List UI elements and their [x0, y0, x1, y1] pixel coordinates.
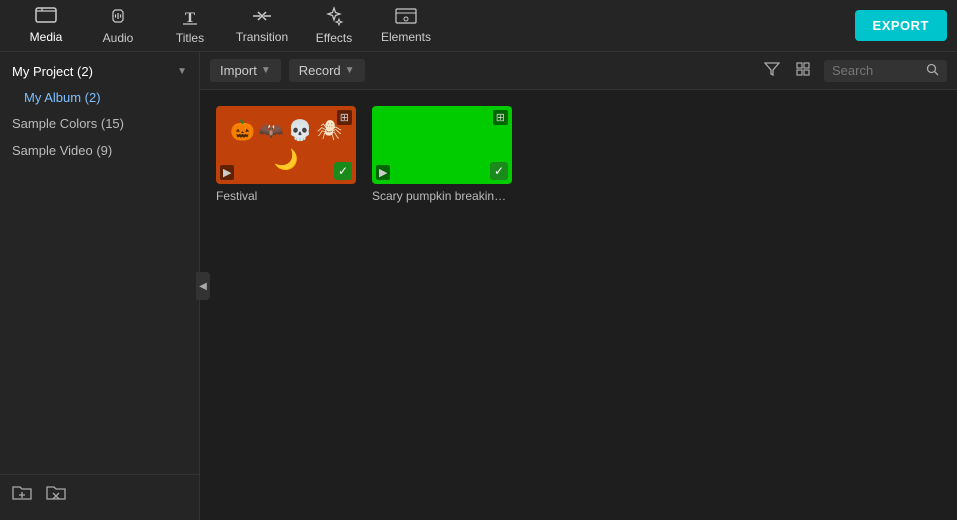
import-button[interactable]: Import ▼ — [210, 59, 281, 82]
media-thumb-scary: ⊞ ▶ ✓ — [372, 106, 512, 184]
sidebar-bottom — [0, 474, 199, 514]
media-thumb-festival: 🎃 🦇 💀 🕷 🌙 ⊞ ▶ ✓ — [216, 106, 356, 184]
thumb-corner-badge-scary: ⊞ — [493, 110, 508, 125]
effects-icon — [324, 6, 344, 29]
search-input[interactable] — [832, 63, 922, 78]
toolbar-audio-label: Audio — [103, 31, 134, 45]
sidebar-album[interactable]: My Album (2) — [0, 85, 199, 110]
record-chevron-icon: ▼ — [345, 65, 355, 76]
sidebar-project-label: My Project (2) — [12, 64, 93, 79]
export-button[interactable]: EXPORT — [855, 10, 947, 41]
elements-icon — [395, 7, 417, 28]
sidebar-sample-video[interactable]: Sample Video (9) — [0, 137, 199, 164]
toolbar-audio[interactable]: Audio — [82, 0, 154, 52]
media-icon — [35, 7, 57, 28]
top-toolbar: Media Audio T Titles Transition — [0, 0, 957, 52]
chevron-down-icon: ▼ — [177, 66, 187, 77]
toolbar-transition-label: Transition — [236, 30, 288, 44]
transition-icon — [251, 7, 273, 28]
sidebar-project[interactable]: My Project (2) ▼ — [0, 58, 199, 85]
doodle-2: 🦇 — [259, 118, 284, 143]
toolbar-titles-label: Titles — [176, 31, 204, 45]
toolbar-elements[interactable]: Elements — [370, 0, 442, 52]
toolbar-effects-label: Effects — [316, 31, 352, 45]
thumb-corner-badge-festival: ⊞ — [337, 110, 352, 125]
toolbar-media-label: Media — [30, 30, 63, 44]
content-toolbar: Import ▼ Record ▼ — [200, 52, 957, 90]
sidebar-sample-colors[interactable]: Sample Colors (15) — [0, 110, 199, 137]
thumb-check-scary: ✓ — [490, 162, 508, 180]
media-card-scary[interactable]: ⊞ ▶ ✓ Scary pumpkin breaking s... — [372, 106, 512, 203]
toolbar-media[interactable]: Media — [10, 0, 82, 52]
sidebar-sample-colors-label: Sample Colors (15) — [12, 116, 124, 131]
grid-view-icon[interactable] — [792, 58, 816, 84]
search-icon[interactable] — [926, 63, 939, 79]
toolbar-effects[interactable]: Effects — [298, 0, 370, 52]
doodle-3: 💀 — [288, 118, 313, 143]
main-layout: My Project (2) ▼ My Album (2) Sample Col… — [0, 52, 957, 520]
titles-icon: T — [180, 6, 200, 29]
import-label: Import — [220, 63, 257, 78]
toolbar-titles[interactable]: T Titles — [154, 0, 226, 52]
thumb-bottom-left-badge-scary: ▶ — [376, 165, 390, 180]
media-label-scary: Scary pumpkin breaking s... — [372, 189, 512, 203]
delete-folder-icon[interactable] — [46, 483, 66, 506]
media-card-festival[interactable]: 🎃 🦇 💀 🕷 🌙 ⊞ ▶ ✓ Festival — [216, 106, 356, 203]
toolbar-elements-label: Elements — [381, 30, 431, 44]
sidebar-collapse-arrow[interactable]: ◀ — [196, 272, 210, 300]
content-area: Import ▼ Record ▼ — [200, 52, 957, 520]
record-button[interactable]: Record ▼ — [289, 59, 365, 82]
sidebar-sample-video-label: Sample Video (9) — [12, 143, 112, 158]
record-label: Record — [299, 63, 341, 78]
import-chevron-icon: ▼ — [261, 65, 271, 76]
search-box — [824, 60, 947, 82]
thumb-check-festival: ✓ — [334, 162, 352, 180]
thumb-bottom-left-badge-festival: ▶ — [220, 165, 234, 180]
audio-icon — [108, 6, 128, 29]
sidebar: My Project (2) ▼ My Album (2) Sample Col… — [0, 52, 200, 520]
doodle-5: 🌙 — [274, 147, 299, 172]
toolbar-transition[interactable]: Transition — [226, 0, 298, 52]
doodle-1: 🎃 — [230, 118, 255, 143]
sidebar-album-label: My Album (2) — [24, 90, 101, 105]
media-grid: 🎃 🦇 💀 🕷 🌙 ⊞ ▶ ✓ Festival — [200, 90, 957, 219]
filter-icon[interactable] — [760, 58, 784, 84]
new-folder-icon[interactable] — [12, 483, 32, 506]
media-label-festival: Festival — [216, 189, 356, 203]
